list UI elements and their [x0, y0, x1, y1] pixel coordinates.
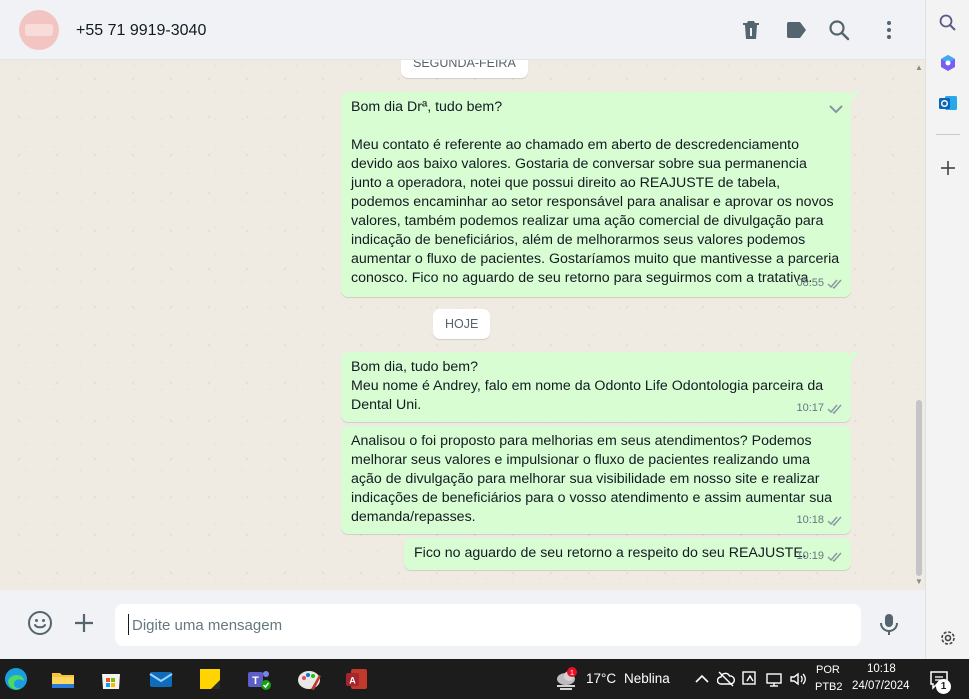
scrollbar-thumb[interactable] — [916, 400, 922, 576]
trash-icon[interactable] — [739, 18, 763, 42]
message-meta: 10:18 — [796, 511, 843, 530]
chevron-down-icon[interactable] — [827, 100, 845, 118]
composer-bar — [0, 590, 925, 659]
message-text: Bom dia, tudo bem? Meu nome é Andrey, fa… — [351, 359, 824, 413]
message-input[interactable] — [115, 604, 861, 646]
volume-icon[interactable] — [789, 670, 807, 688]
message-time: 10:18 — [796, 514, 824, 526]
input-language[interactable]: POR — [816, 664, 840, 676]
message-time: 10:17 — [796, 402, 824, 414]
weather-temperature[interactable]: 17°C — [586, 671, 616, 686]
bubble-tail — [851, 92, 859, 102]
teams-icon[interactable]: T — [245, 665, 273, 693]
message-bubble[interactable]: Fico no aguardo de seu retorno a respeit… — [404, 538, 851, 570]
message-bubble[interactable]: Bom dia Drª, tudo bem? Meu contato é ref… — [341, 92, 859, 297]
device-sync-icon[interactable] — [741, 670, 759, 688]
keyboard-layout[interactable]: PTB2 — [815, 681, 843, 693]
search-icon[interactable] — [936, 11, 960, 35]
attach-plus-icon[interactable] — [71, 610, 97, 636]
copilot-icon[interactable] — [936, 51, 960, 75]
file-explorer-icon[interactable] — [49, 665, 77, 693]
message-text: Fico no aguardo de seu retorno a respeit… — [414, 545, 807, 561]
message-list[interactable]: SEGUNDA-FEIRA Bom dia Drª, tudo bem? Meu… — [0, 60, 925, 590]
double-check-icon — [827, 279, 842, 289]
label-icon[interactable] — [784, 18, 808, 42]
message-meta: 10:19 — [796, 547, 843, 566]
mail-icon[interactable] — [147, 665, 175, 693]
message-time: 08:55 — [796, 277, 824, 289]
edge-browser-icon[interactable] — [2, 665, 30, 693]
whatsapp-window: +55 71 9919-3040 SEGUNDA-FEIRA Bom dia D… — [0, 0, 925, 659]
double-check-icon — [827, 516, 842, 526]
cloud-offline-icon[interactable] — [717, 670, 735, 688]
contact-name[interactable]: +55 71 9919-3040 — [76, 22, 206, 40]
microphone-icon[interactable] — [876, 611, 902, 637]
clock-time[interactable]: 10:18 — [867, 663, 896, 675]
double-check-icon — [827, 552, 842, 562]
weather-fog-icon[interactable]: 1 — [554, 667, 580, 691]
outlook-icon[interactable] — [936, 91, 960, 115]
scroll-up-arrow[interactable]: ▲ — [915, 63, 923, 72]
date-divider-today: HOJE — [433, 309, 491, 339]
access-app-icon[interactable]: A — [343, 665, 371, 693]
menu-icon[interactable] — [877, 18, 901, 42]
message-bubble[interactable]: Analisou o foi proposto para melhorias e… — [341, 426, 851, 534]
svg-text:1: 1 — [570, 668, 574, 677]
network-icon[interactable] — [765, 670, 783, 688]
svg-text:T: T — [252, 675, 259, 687]
search-icon[interactable] — [827, 18, 851, 42]
date-divider-monday: SEGUNDA-FEIRA — [401, 60, 528, 78]
contact-avatar[interactable] — [19, 10, 59, 50]
add-icon[interactable] — [936, 156, 960, 180]
bubble-tail — [851, 352, 859, 362]
text-caret — [128, 614, 129, 635]
message-bubble[interactable]: Bom dia, tudo bem? Meu nome é Andrey, fa… — [341, 352, 859, 422]
windows-taskbar: T A 1 17°C Neblina POR PTB2 10:18 24/07/… — [0, 659, 969, 699]
paint-icon[interactable] — [295, 665, 323, 693]
settings-icon[interactable] — [936, 626, 960, 650]
clock-date[interactable]: 24/07/2024 — [852, 680, 910, 692]
notification-badge: 1 — [936, 679, 951, 694]
message-meta: 10:17 — [796, 399, 843, 418]
message-text: Bom dia Drª, tudo bem? Meu contato é ref… — [351, 99, 840, 286]
microsoft-store-icon[interactable] — [97, 665, 125, 693]
svg-text:A: A — [349, 676, 356, 686]
sidebar-divider — [936, 134, 960, 135]
scroll-down-arrow[interactable]: ▼ — [915, 577, 923, 586]
emoji-icon[interactable] — [27, 610, 53, 636]
message-meta: 08:55 — [796, 274, 843, 293]
message-time: 10:19 — [796, 550, 824, 562]
message-text: Analisou o foi proposto para melhorias e… — [351, 433, 837, 525]
sticky-notes-icon[interactable] — [196, 665, 224, 693]
weather-description[interactable]: Neblina — [624, 671, 670, 686]
browser-sidebar — [925, 0, 969, 659]
chat-header: +55 71 9919-3040 — [0, 0, 925, 60]
double-check-icon — [827, 404, 842, 414]
chevron-up-icon[interactable] — [693, 670, 711, 688]
